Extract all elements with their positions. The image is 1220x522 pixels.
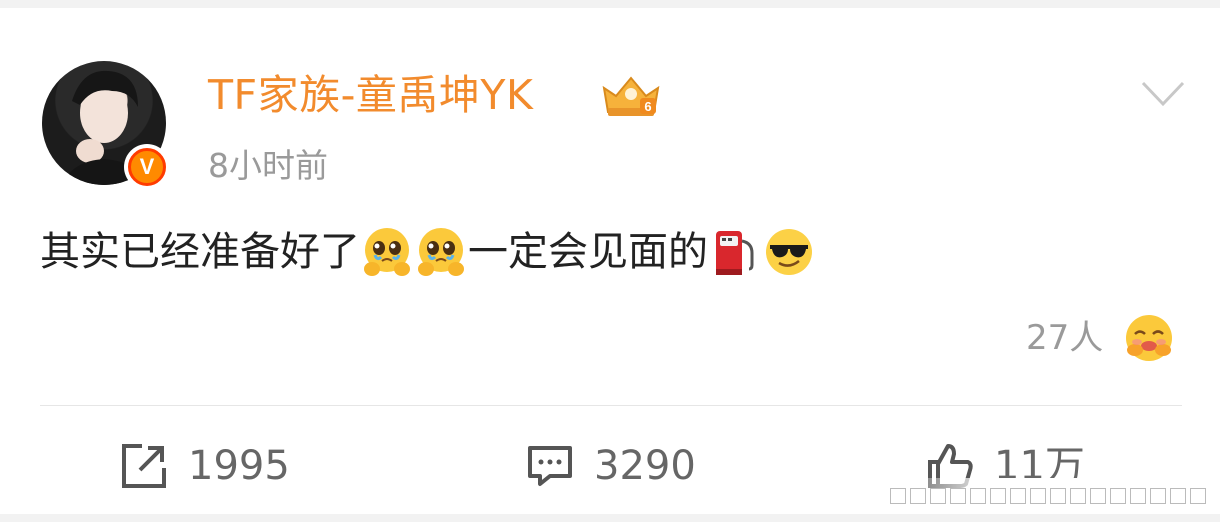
share-icon — [122, 444, 166, 488]
crown-level-number: 6 — [644, 99, 651, 114]
repost-button[interactable]: 1995 — [120, 438, 290, 494]
post-timestamp: 8小时前 — [208, 146, 328, 185]
chevron-down-icon[interactable] — [1140, 80, 1186, 108]
pleading-face-icon — [364, 228, 410, 276]
crown-level-icon: 6 — [602, 76, 660, 116]
comment-icon — [528, 446, 572, 486]
post-text: 其实已经准备好了 一定会见面的 — [40, 224, 816, 280]
repost-count: 1995 — [188, 443, 290, 489]
reaction-summary[interactable]: 27人 — [1026, 312, 1175, 364]
pleading-face-icon — [418, 228, 464, 276]
comment-button[interactable]: 3290 — [526, 438, 696, 494]
post-card: V TF家族-童禹坤YK 6 8小时前 其实已经准备好了 一定会见面的 27人 … — [0, 8, 1220, 514]
watermark-pattern — [890, 488, 1206, 504]
watermark — [890, 478, 1210, 514]
reaction-count: 27人 — [1026, 318, 1104, 358]
comment-count: 3290 — [594, 443, 696, 489]
username[interactable]: TF家族-童禹坤YK — [208, 70, 533, 120]
divider — [40, 405, 1182, 406]
verified-badge-icon: V — [124, 144, 170, 190]
post-text-part2: 一定会见面的 — [468, 229, 708, 275]
sunglasses-face-icon — [766, 229, 812, 275]
fuel-pump-icon — [716, 231, 754, 275]
post-text-part1: 其实已经准备好了 — [40, 229, 360, 275]
hugging-face-icon — [1126, 315, 1173, 361]
